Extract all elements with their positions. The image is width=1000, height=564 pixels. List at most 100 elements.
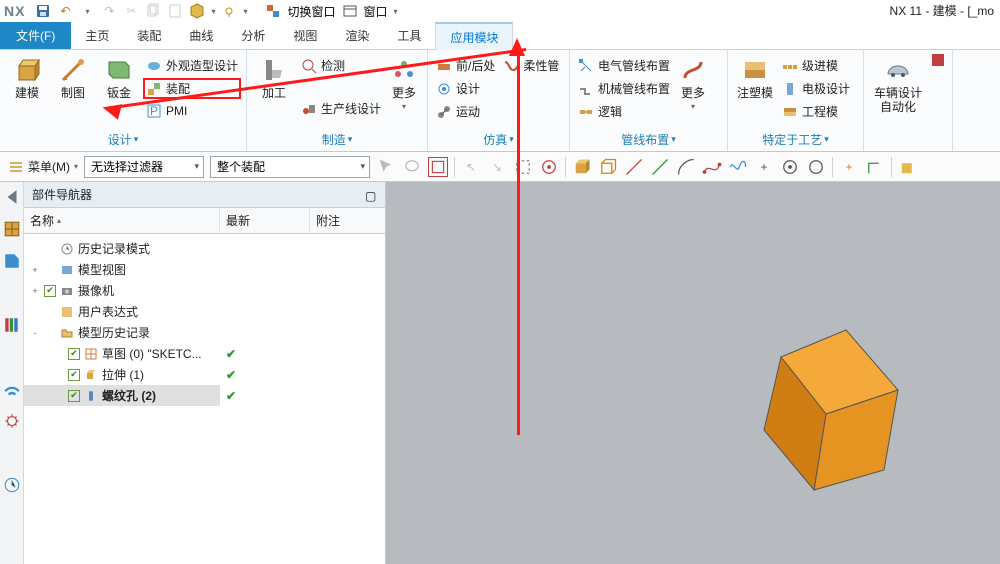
- cross-icon[interactable]: +: [839, 157, 859, 177]
- chevron-down-icon[interactable]: ▾: [134, 134, 139, 145]
- checkbox-icon[interactable]: ✔: [68, 348, 80, 360]
- design-sim-item[interactable]: 设计: [434, 79, 497, 98]
- cube-shade-icon[interactable]: [572, 157, 592, 177]
- chevron-down-icon[interactable]: ▾: [824, 134, 829, 145]
- more-manufacture-button[interactable]: 更多▾: [387, 52, 421, 111]
- checkbox-icon[interactable]: ✔: [68, 369, 80, 381]
- undo-icon[interactable]: ↶: [57, 3, 73, 19]
- window-label[interactable]: 窗口: [364, 3, 388, 20]
- flex-pipe-item[interactable]: 柔性管: [501, 56, 561, 75]
- scope-combo[interactable]: 整个装配: [210, 156, 370, 178]
- checkbox-icon[interactable]: ✔: [68, 390, 80, 402]
- twist-icon[interactable]: +: [30, 286, 40, 296]
- tree-node[interactable]: 历史记录模式: [24, 238, 220, 259]
- col-new-label[interactable]: 最新: [220, 208, 310, 233]
- tree-node[interactable]: ✔草图 (0) "SKETC...: [24, 343, 220, 364]
- model-cube[interactable]: [386, 182, 1000, 564]
- tree-node[interactable]: +模型视图: [24, 259, 220, 280]
- save-icon[interactable]: [35, 3, 51, 19]
- arrow-se-icon[interactable]: ↘: [487, 157, 507, 177]
- sine-icon[interactable]: [728, 157, 748, 177]
- node-icon: [84, 368, 98, 382]
- books-icon[interactable]: [3, 316, 21, 334]
- line-diag-icon[interactable]: [624, 157, 644, 177]
- navigator-icon[interactable]: [3, 220, 21, 238]
- chevron-down-icon[interactable]: ▾: [509, 134, 514, 145]
- motion-item[interactable]: 运动: [434, 102, 497, 121]
- logical-routing-item[interactable]: 逻辑: [576, 102, 672, 121]
- mold-button[interactable]: 注塑模: [734, 52, 776, 100]
- cube-wire-icon[interactable]: [598, 157, 618, 177]
- orange-cube-icon[interactable]: [898, 157, 918, 177]
- menu-button[interactable]: 菜单(M)▾: [8, 158, 78, 175]
- manufacturing-button[interactable]: 加工: [253, 52, 295, 100]
- checkbox-icon[interactable]: ✔: [44, 285, 56, 297]
- lasso-icon[interactable]: [402, 157, 422, 177]
- red-box-icon[interactable]: [930, 52, 946, 68]
- tab-application[interactable]: 应用模块: [435, 22, 513, 50]
- modeling-button[interactable]: 建模: [6, 52, 48, 100]
- arrow-nw-icon[interactable]: ↖: [461, 157, 481, 177]
- window-icon[interactable]: [342, 3, 358, 19]
- chevron-down-icon[interactable]: ▾: [348, 134, 353, 145]
- wifi-icon[interactable]: [3, 380, 21, 398]
- electrical-routing-item[interactable]: 电气管线布置: [576, 56, 672, 75]
- corner-icon[interactable]: [865, 157, 885, 177]
- mechanical-routing-item[interactable]: 机械管线布置: [576, 79, 672, 98]
- tree-node[interactable]: +✔摄像机: [24, 280, 220, 301]
- line-designer-item[interactable]: 生产线设计: [299, 99, 383, 118]
- shape-studio-item[interactable]: 外观造型设计: [144, 56, 240, 75]
- arrow-left-icon[interactable]: [3, 188, 21, 206]
- line-up-icon[interactable]: [650, 157, 670, 177]
- cube-icon[interactable]: [189, 3, 205, 19]
- target-icon[interactable]: [539, 157, 559, 177]
- tree-node[interactable]: ✔拉伸 (1): [24, 364, 220, 385]
- touch-icon[interactable]: [221, 3, 237, 19]
- tab-file[interactable]: 文件(F): [0, 22, 71, 49]
- undo-dd-icon[interactable]: ▾: [79, 3, 95, 19]
- tree-node[interactable]: 用户表达式: [24, 301, 220, 322]
- electrode-item[interactable]: 电极设计: [780, 79, 852, 98]
- blue-tag-icon[interactable]: [3, 252, 21, 270]
- cube-dd-icon[interactable]: ▾: [211, 7, 215, 16]
- filter-combo[interactable]: 无选择过滤器: [84, 156, 204, 178]
- col-name-label[interactable]: 名称: [30, 212, 54, 229]
- tree-node[interactable]: -模型历史记录: [24, 322, 220, 343]
- sort-up-icon[interactable]: ▴: [57, 216, 61, 225]
- engineering-die-item[interactable]: 工程模: [780, 102, 852, 121]
- window-dd-icon[interactable]: ▾: [394, 7, 398, 16]
- circle-dot-icon[interactable]: [780, 157, 800, 177]
- dropdown-icon[interactable]: ▢: [365, 189, 377, 201]
- redo-icon[interactable]: ↷: [101, 3, 117, 19]
- tab-curve[interactable]: 曲线: [175, 22, 227, 49]
- history-icon[interactable]: [3, 476, 21, 494]
- tree-node[interactable]: ✔螺纹孔 (2): [24, 385, 220, 406]
- tab-render[interactable]: 渲染: [331, 22, 383, 49]
- col-note-label[interactable]: 附注: [310, 208, 385, 233]
- select-rect-icon[interactable]: [428, 157, 448, 177]
- switch-window-label[interactable]: 切换窗口: [287, 3, 335, 20]
- settings-icon[interactable]: [3, 412, 21, 430]
- progressive-die-item[interactable]: 级进模: [780, 56, 852, 75]
- plus-icon[interactable]: +: [754, 157, 774, 177]
- chevron-down-icon[interactable]: ▾: [671, 134, 676, 145]
- drafting-button[interactable]: 制图: [52, 52, 94, 100]
- vehicle-button[interactable]: 车辆设计 自动化: [870, 52, 926, 115]
- pmi-item[interactable]: PPMI: [144, 102, 240, 120]
- switch-window-icon[interactable]: [265, 3, 281, 19]
- tab-home[interactable]: 主页: [71, 22, 123, 49]
- cursor-icon[interactable]: [376, 157, 396, 177]
- twist-icon[interactable]: +: [30, 265, 40, 275]
- arc-icon[interactable]: [676, 157, 696, 177]
- tab-analysis[interactable]: 分析: [227, 22, 279, 49]
- touch-dd-icon[interactable]: ▾: [243, 7, 247, 16]
- sheetmetal-button[interactable]: 钣金: [98, 52, 140, 100]
- tab-view[interactable]: 视图: [279, 22, 331, 49]
- more-routing-button[interactable]: 更多▾: [676, 52, 710, 111]
- twist-icon[interactable]: -: [30, 328, 40, 338]
- tab-assembly[interactable]: 装配: [123, 22, 175, 49]
- tab-tools[interactable]: 工具: [383, 22, 435, 49]
- spline-icon[interactable]: [702, 157, 722, 177]
- viewport[interactable]: [386, 182, 1000, 564]
- circle-icon[interactable]: [806, 157, 826, 177]
